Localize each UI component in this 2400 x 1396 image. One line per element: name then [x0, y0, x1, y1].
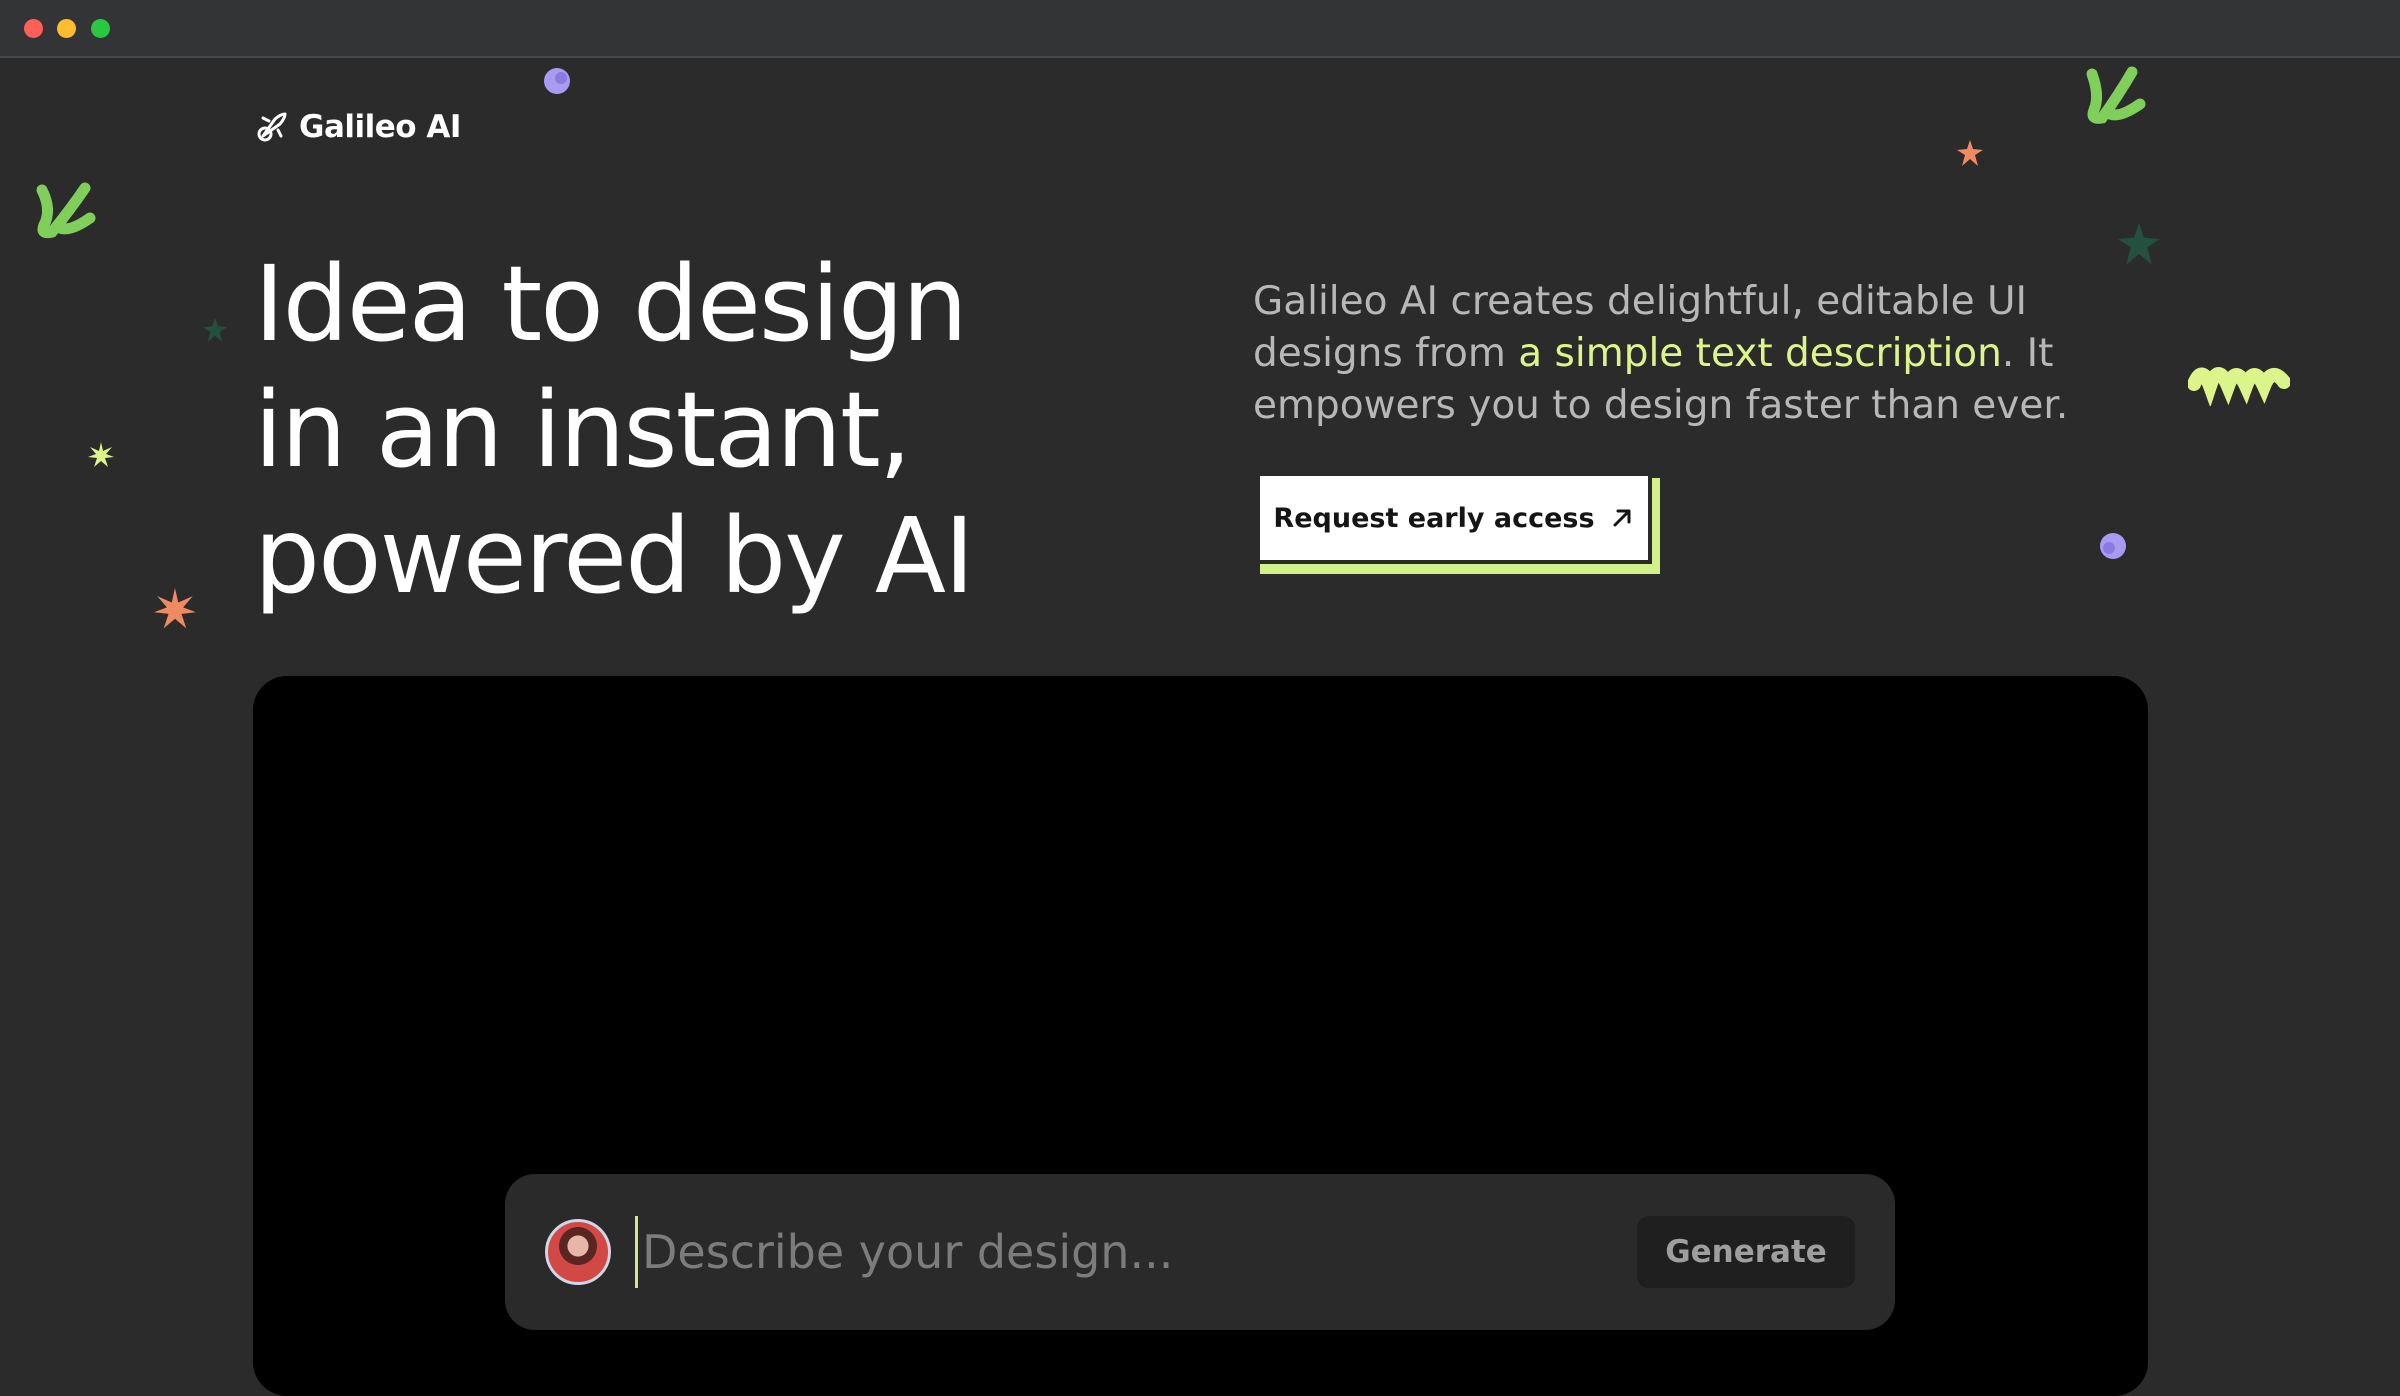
- rocket-icon: [257, 112, 287, 142]
- cta-label: Request early access: [1273, 502, 1595, 534]
- star-icon: [203, 318, 227, 342]
- request-early-access-button[interactable]: Request early access: [1256, 472, 1652, 564]
- squiggle-icon: [2086, 66, 2146, 124]
- arrow-up-right-icon: [1613, 509, 1631, 527]
- scribble-icon: [2188, 367, 2290, 406]
- hero-headline: Idea to design in an instant, powered by…: [254, 241, 1034, 619]
- star-icon: [2118, 223, 2160, 265]
- generate-button[interactable]: Generate: [1637, 1216, 1855, 1288]
- sparkle-icon: [88, 442, 114, 467]
- headline-line: powered by AI: [254, 495, 975, 617]
- headline-line: in an instant,: [254, 369, 912, 491]
- minimize-window-button[interactable]: [57, 19, 76, 38]
- landing-page: Galileo AI Idea to design in an instant,…: [0, 58, 2400, 1396]
- window-titlebar: [0, 0, 2400, 58]
- user-avatar: [545, 1219, 611, 1285]
- description-highlight: a simple text description: [1518, 331, 2002, 376]
- brand-logo[interactable]: Galileo AI: [255, 109, 461, 145]
- circle-icon: [2100, 533, 2126, 559]
- sparkle-icon: [154, 588, 196, 629]
- prompt-bar: Generate: [505, 1174, 1895, 1330]
- maximize-window-button[interactable]: [91, 19, 110, 38]
- squiggle-icon: [36, 182, 96, 239]
- circle-icon: [544, 68, 570, 94]
- star-icon: [1957, 140, 1983, 166]
- hero-description: Galileo AI creates delightful, editable …: [1253, 276, 2133, 432]
- close-window-button[interactable]: [24, 19, 43, 38]
- brand-name: Galileo AI: [299, 109, 461, 145]
- design-prompt-input[interactable]: [635, 1216, 1637, 1288]
- headline-line: Idea to design: [254, 243, 968, 365]
